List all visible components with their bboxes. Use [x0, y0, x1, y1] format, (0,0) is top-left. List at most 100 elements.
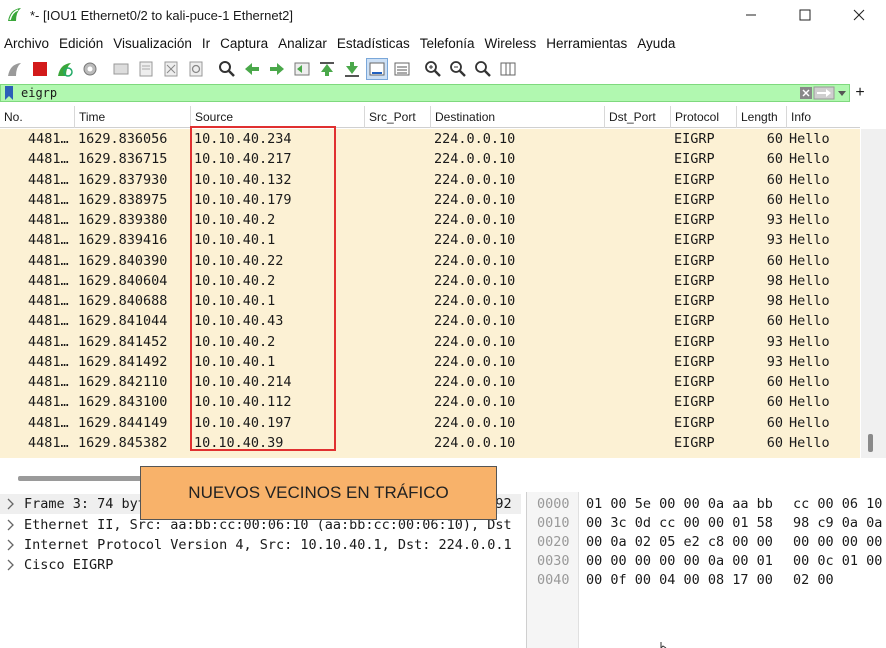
bytes-hex[interactable]: cc 00 06 10	[793, 494, 882, 514]
menu-analizar[interactable]: Analizar	[278, 36, 327, 51]
packet-row[interactable]: 4481… 1629.841492 10.10.40.1 224.0.0.10 EIGR…	[0, 352, 860, 372]
go-to-packet-button[interactable]	[291, 58, 313, 80]
stop-capture-button[interactable]	[29, 58, 51, 80]
apply-filter-icon[interactable]	[813, 86, 835, 100]
go-back-button[interactable]	[241, 58, 263, 80]
bytes-offset: 0010	[537, 515, 570, 531]
packet-row[interactable]: 4481… 1629.841452 10.10.40.2 224.0.0.10 EIGR…	[0, 332, 860, 352]
column-header-dst-port[interactable]: Dst_Port	[605, 106, 671, 128]
save-file-button[interactable]	[135, 58, 157, 80]
find-packet-button[interactable]	[216, 58, 238, 80]
close-file-button[interactable]	[160, 58, 182, 80]
menu-visualizacion[interactable]: Visualización	[113, 36, 192, 51]
vertical-scroll-thumb[interactable]	[868, 434, 873, 452]
close-file-icon	[164, 61, 178, 77]
detail-row-ipv4[interactable]: Internet Protocol Version 4, Src: 10.10.…	[0, 535, 521, 555]
cell-no: 4481…	[28, 151, 69, 168]
menu-captura[interactable]: Captura	[220, 36, 268, 51]
bytes-hex[interactable]: 00 00 00 00	[793, 532, 882, 552]
packet-row[interactable]: 4481… 1629.836056 10.10.40.234 224.0.0.10 EI…	[0, 129, 860, 149]
capture-options-button[interactable]	[79, 58, 101, 80]
column-header-destination[interactable]: Destination	[431, 106, 605, 128]
menu-edicion[interactable]: Edición	[59, 36, 103, 51]
menu-estadisticas[interactable]: Estadísticas	[337, 36, 410, 51]
cell-dst-port	[608, 372, 670, 392]
resize-columns-button[interactable]	[497, 58, 519, 80]
bytes-hex[interactable]: 00 3c 0d cc 00 00 01 58	[586, 513, 773, 533]
cell-destination: 224.0.0.10	[434, 232, 516, 249]
go-first-button[interactable]	[316, 58, 338, 80]
packet-row[interactable]: 4481… 1629.839416 10.10.40.1 224.0.0.10 EIGR…	[0, 230, 860, 250]
column-header-src-port[interactable]: Src_Port	[365, 106, 431, 128]
restart-capture-button[interactable]	[54, 58, 76, 80]
menu-wireless[interactable]: Wireless	[485, 36, 537, 51]
colorize-button[interactable]	[391, 58, 413, 80]
bookmark-icon[interactable]	[3, 85, 15, 101]
chevron-right-icon[interactable]	[6, 538, 16, 552]
add-filter-button[interactable]: +	[853, 84, 867, 102]
cell-length: 60	[766, 131, 783, 147]
packet-row[interactable]: 4481… 1629.842110 10.10.40.214 224.0.0.10 EI…	[0, 372, 860, 392]
menu-herramientas[interactable]: Herramientas	[546, 36, 627, 51]
packet-row[interactable]: 4481… 1629.845382 10.10.40.39 224.0.0.10 EIG…	[0, 433, 860, 453]
autoscroll-button[interactable]	[366, 58, 388, 80]
cell-dst-port	[608, 230, 670, 250]
column-header-length[interactable]: Length	[737, 106, 787, 128]
bytes-hex[interactable]: 00 00 00 00 00 0a 00 01	[586, 551, 773, 571]
packet-row[interactable]: 4481… 1629.843100 10.10.40.112 224.0.0.10 EI…	[0, 392, 860, 412]
cell-time: 1629.836056	[78, 131, 168, 147]
start-capture-button[interactable]	[4, 58, 26, 80]
packet-row[interactable]: 4481… 1629.838975 10.10.40.179 224.0.0.10 EI…	[0, 190, 860, 210]
column-header-source[interactable]: Source	[191, 106, 365, 128]
column-header-protocol[interactable]: Protocol	[671, 106, 737, 128]
maximize-button[interactable]	[778, 0, 832, 30]
close-button[interactable]	[832, 0, 886, 30]
packet-row[interactable]: 4481… 1629.841044 10.10.40.43 224.0.0.10 EIG…	[0, 311, 860, 331]
bytes-hex[interactable]: 01 00 5e 00 00 0a aa bb	[586, 494, 773, 514]
menu-ayuda[interactable]: Ayuda	[637, 36, 675, 51]
cell-info: Hello	[789, 232, 830, 249]
filter-dropdown-icon[interactable]	[835, 86, 849, 100]
column-header-time[interactable]: Time	[75, 106, 191, 128]
packet-row[interactable]: 4481… 1629.836715 10.10.40.217 224.0.0.10 EI…	[0, 149, 860, 169]
reload-button[interactable]	[185, 58, 207, 80]
menu-telefonia[interactable]: Telefonía	[420, 36, 475, 51]
cell-destination: 224.0.0.10	[434, 333, 516, 350]
chevron-right-icon[interactable]	[6, 518, 16, 532]
cell-no: 4481…	[28, 293, 69, 309]
menu-ir[interactable]: Ir	[202, 36, 210, 51]
packet-row[interactable]: 4481… 1629.839380 10.10.40.2 224.0.0.10 EIGR…	[0, 210, 860, 230]
column-header-info[interactable]: Info	[787, 106, 860, 128]
close-icon	[853, 9, 865, 21]
cell-length: 60	[766, 434, 783, 451]
bytes-hex[interactable]: 00 0a 02 05 e2 c8 00 00	[586, 532, 773, 552]
packet-row[interactable]: 4481… 1629.840390 10.10.40.22 224.0.0.10 EIG…	[0, 251, 860, 271]
open-file-button[interactable]	[110, 58, 132, 80]
packet-row[interactable]: 4481… 1629.840688 10.10.40.1 224.0.0.10 EIGR…	[0, 291, 860, 311]
window-title: *- [IOU1 Ethernet0/2 to kali-puce-1 Ethe…	[30, 7, 294, 23]
cell-info: Hello	[789, 313, 830, 330]
menu-archivo[interactable]: Archivo	[4, 36, 49, 51]
zoom-normal-button[interactable]	[472, 58, 494, 80]
cell-no: 4481…	[28, 131, 69, 147]
cell-info: Hello	[789, 434, 830, 451]
go-last-button[interactable]	[341, 58, 363, 80]
packet-row[interactable]: 4481… 1629.837930 10.10.40.132 224.0.0.10 EI…	[0, 170, 860, 190]
go-forward-button[interactable]	[266, 58, 288, 80]
chevron-right-icon[interactable]	[6, 497, 16, 511]
bytes-hex[interactable]: 02 00	[793, 570, 834, 590]
bytes-hex[interactable]: 00 0c 01 00	[793, 551, 882, 571]
clear-filter-icon[interactable]	[799, 86, 813, 100]
bytes-hex[interactable]: 98 c9 0a 0a	[793, 513, 882, 533]
packet-list-vertical-scrollbar[interactable]	[861, 129, 886, 458]
display-filter-input[interactable]: eigrp	[0, 84, 850, 102]
column-header-no[interactable]: No.	[0, 106, 75, 128]
bytes-hex[interactable]: 00 0f 00 04 00 08 17 00	[586, 570, 773, 590]
packet-row[interactable]: 4481… 1629.840604 10.10.40.2 224.0.0.10 EIGR…	[0, 271, 860, 291]
packet-row[interactable]: 4481… 1629.844149 10.10.40.197 224.0.0.10 EI…	[0, 413, 860, 433]
zoom-out-button[interactable]	[447, 58, 469, 80]
detail-row-eigrp[interactable]: Cisco EIGRP	[0, 555, 521, 575]
zoom-in-button[interactable]	[422, 58, 444, 80]
minimize-button[interactable]	[724, 0, 778, 30]
chevron-right-icon[interactable]	[6, 558, 16, 572]
